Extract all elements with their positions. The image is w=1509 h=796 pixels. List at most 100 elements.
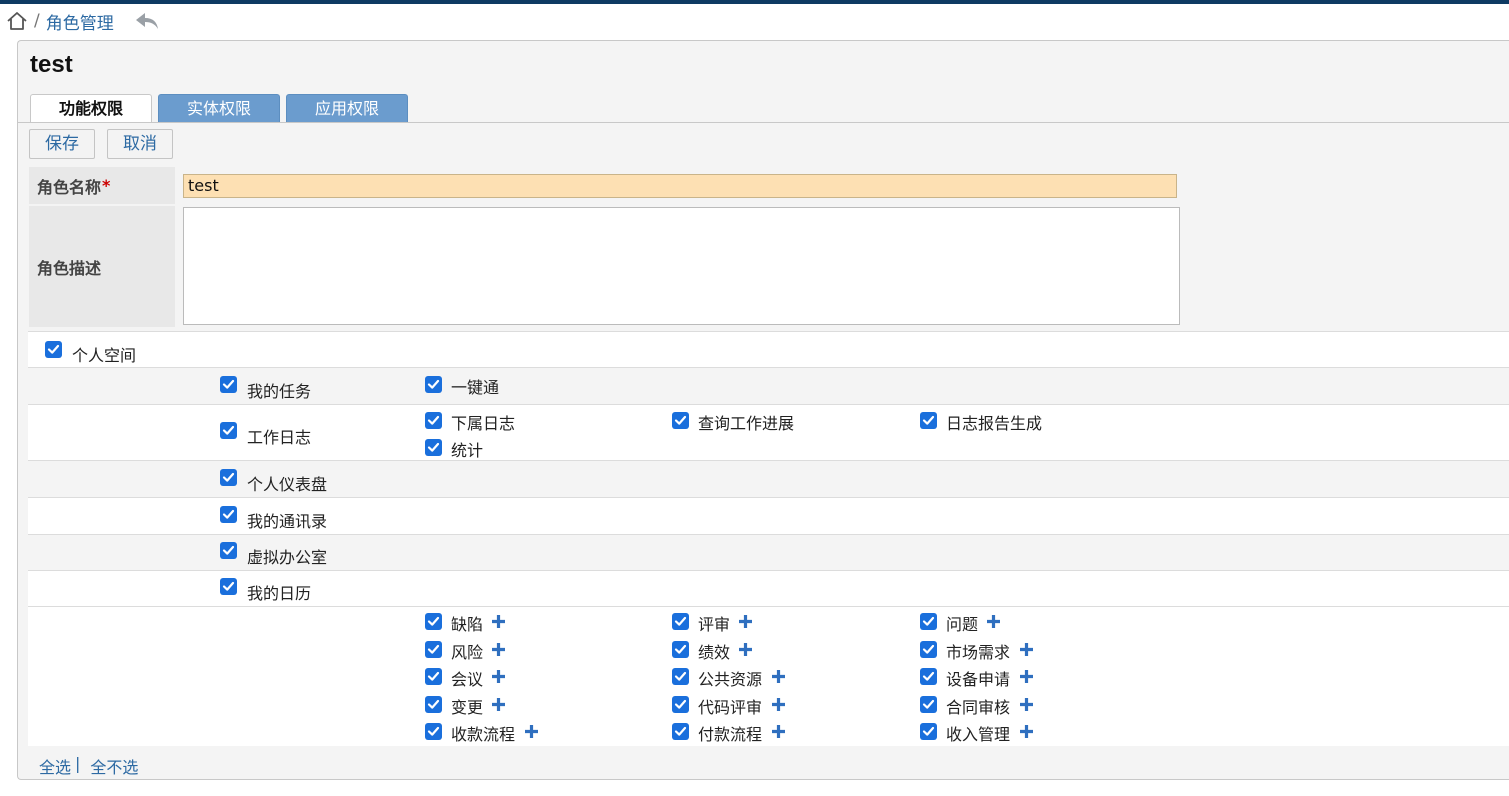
- calendar-item-label: 缺陷: [451, 615, 484, 634]
- role-desc-label-text: 角色描述: [37, 258, 102, 278]
- action-buttons: 保存 取消: [29, 129, 173, 159]
- plus-icon[interactable]: [1019, 697, 1034, 712]
- calendar-item-label: 会议: [451, 670, 484, 689]
- checkbox-check-icon: [922, 726, 935, 736]
- permission-label: 工作日志: [247, 428, 312, 447]
- permission-root-checkbox[interactable]: [45, 341, 62, 358]
- checkbox-check-icon: [427, 671, 440, 681]
- plus-icon[interactable]: [524, 724, 539, 739]
- sub-permission-checkbox[interactable]: [425, 412, 442, 429]
- breadcrumb-separator: /: [34, 11, 40, 31]
- checkbox-check-icon: [674, 726, 687, 736]
- permission-checkbox[interactable]: [220, 469, 237, 486]
- calendar-item-label: 评审: [698, 615, 731, 634]
- plus-icon[interactable]: [491, 669, 506, 684]
- back-arrow-icon[interactable]: [134, 10, 160, 32]
- checkbox-check-icon: [222, 425, 235, 435]
- save-button[interactable]: 保存: [29, 129, 95, 159]
- sub-permission-checkbox[interactable]: [920, 412, 937, 429]
- plus-icon[interactable]: [1019, 642, 1034, 657]
- tab-entity-permissions[interactable]: 实体权限: [158, 94, 281, 122]
- sub-permission-checkbox[interactable]: [672, 412, 689, 429]
- calendar-item-label: 风险: [451, 642, 484, 662]
- permission-checkbox[interactable]: [220, 542, 237, 559]
- checkbox-check-icon: [427, 442, 440, 452]
- permission-row: 我的通讯录: [28, 497, 1509, 534]
- calendar-item-checkbox[interactable]: [672, 640, 689, 658]
- sub-permission-label: 日志报告生成: [946, 414, 1043, 433]
- footer-separator: |: [75, 754, 81, 773]
- calendar-item-checkbox[interactable]: [920, 723, 937, 740]
- checkbox-check-icon: [222, 545, 235, 555]
- checkbox-check-icon: [674, 616, 687, 626]
- breadcrumb-current[interactable]: 角色管理: [46, 9, 114, 34]
- permission-label: 我的日历: [247, 584, 312, 603]
- sub-permission-label: 一键通: [451, 378, 500, 397]
- plus-icon[interactable]: [491, 614, 506, 629]
- cancel-button[interactable]: 取消: [107, 129, 173, 159]
- calendar-item-label: 收款流程: [451, 725, 516, 744]
- checkbox-check-icon: [222, 581, 235, 591]
- checkbox-check-icon: [427, 616, 440, 626]
- calendar-item-checkbox[interactable]: [425, 613, 442, 630]
- sub-permission-checkbox[interactable]: [425, 439, 442, 456]
- breadcrumb: / 角色管理: [6, 8, 160, 34]
- select-all-link[interactable]: 全选: [39, 754, 71, 778]
- sub-permission-label: 查询工作进展: [698, 414, 795, 433]
- permission-checkbox[interactable]: [220, 376, 237, 393]
- calendar-item-checkbox[interactable]: [920, 695, 937, 713]
- calendar-item-checkbox[interactable]: [425, 668, 442, 685]
- sub-permission-checkbox[interactable]: [425, 376, 442, 393]
- calendar-item-label: 市场需求: [946, 642, 1011, 662]
- role-desc-textarea[interactable]: [183, 207, 1180, 325]
- calendar-item-checkbox[interactable]: [425, 640, 442, 658]
- tab-function-permissions[interactable]: 功能权限: [30, 94, 153, 123]
- plus-icon[interactable]: [771, 697, 786, 712]
- plus-icon[interactable]: [491, 697, 506, 712]
- tab-app-permissions[interactable]: 应用权限: [286, 94, 409, 122]
- permission-checkbox[interactable]: [220, 578, 237, 595]
- checkbox-check-icon: [922, 699, 935, 709]
- calendar-item-checkbox[interactable]: [425, 723, 442, 740]
- calendar-item-checkbox[interactable]: [920, 613, 937, 630]
- calendar-item-checkbox[interactable]: [920, 640, 937, 658]
- plus-icon[interactable]: [986, 614, 1001, 629]
- required-mark: *: [102, 176, 111, 195]
- role-name-input[interactable]: test: [183, 174, 1177, 198]
- role-name-label-text: 角色名称: [37, 177, 102, 197]
- permission-checkbox[interactable]: [220, 422, 237, 439]
- checkbox-check-icon: [922, 415, 935, 425]
- checkbox-check-icon: [427, 726, 440, 736]
- select-none-link[interactable]: 全不选: [90, 754, 138, 778]
- plus-icon[interactable]: [1019, 669, 1034, 684]
- sub-permission-label: 统计: [451, 441, 484, 460]
- calendar-item-checkbox[interactable]: [672, 723, 689, 740]
- calendar-item-label: 问题: [946, 615, 979, 634]
- plus-icon[interactable]: [1019, 724, 1034, 739]
- calendar-item-checkbox[interactable]: [920, 668, 937, 685]
- calendar-item-checkbox[interactable]: [672, 613, 689, 630]
- footer-links: 全选 | 全不选: [39, 754, 138, 778]
- checkbox-check-icon: [674, 415, 687, 425]
- calendar-item-checkbox[interactable]: [672, 668, 689, 685]
- calendar-item-label: 绩效: [698, 642, 731, 662]
- tab-divider: [18, 122, 1509, 123]
- checkbox-check-icon: [922, 616, 935, 626]
- checkbox-check-icon: [427, 415, 440, 425]
- checkbox-check-icon: [222, 379, 235, 389]
- calendar-item-checkbox[interactable]: [425, 695, 442, 713]
- main-panel: test 功能权限 实体权限 应用权限 保存 取消 角色名称 * test 角色描…: [17, 40, 1509, 780]
- plus-icon[interactable]: [738, 614, 753, 629]
- calendar-item-label: 代码评审: [698, 697, 763, 717]
- plus-icon[interactable]: [738, 642, 753, 657]
- permission-row: 个人仪表盘: [28, 460, 1509, 497]
- permission-row: 工作日志 下属日志 查询工作进展 日志报告生成统计: [28, 404, 1509, 460]
- plus-icon[interactable]: [491, 642, 506, 657]
- plus-icon[interactable]: [771, 724, 786, 739]
- calendar-item-label: 收入管理: [946, 725, 1011, 744]
- home-icon[interactable]: [6, 10, 28, 32]
- plus-icon[interactable]: [771, 669, 786, 684]
- sub-permission-label: 下属日志: [451, 414, 516, 433]
- calendar-item-checkbox[interactable]: [672, 695, 689, 713]
- permission-checkbox[interactable]: [220, 506, 237, 523]
